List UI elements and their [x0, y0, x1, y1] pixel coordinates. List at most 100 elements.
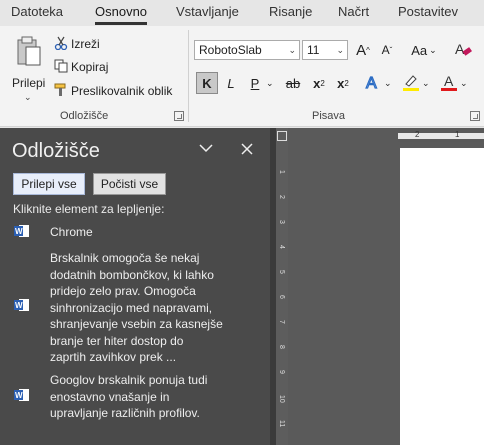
font-color-button[interactable]: A [438, 72, 460, 94]
ruler-label: 11 [278, 420, 285, 428]
clipboard-pane: Odložišče Prilepi vse Počisti vse Klikni… [0, 128, 270, 445]
clipboard-item-line: zaprtih zavihkov prek ... [50, 350, 177, 364]
cut-label: Izreži [71, 37, 100, 51]
strikethrough-button[interactable]: ab [282, 72, 304, 94]
paste-all-button[interactable]: Prilepi vse [13, 173, 85, 195]
chevron-down-icon[interactable]: ⌄ [460, 78, 468, 89]
tab-vstavljanje[interactable]: Vstavljanje [176, 4, 239, 19]
ribbon: Prilepi ⌄ Izreži Kopiraj Preslikovalnik … [0, 26, 484, 127]
close-icon[interactable] [240, 142, 254, 159]
text-effects-button[interactable]: A [362, 72, 384, 94]
svg-text:W: W [15, 227, 23, 236]
grow-font-button[interactable]: A ^ [352, 39, 374, 61]
tab-datoteka[interactable]: Datoteka [11, 4, 63, 19]
tab-risanje[interactable]: Risanje [269, 4, 312, 19]
ruler-label: 8 [278, 345, 285, 349]
clipboard-item-line: Chrome [50, 225, 93, 239]
clear-formatting-button[interactable]: A [452, 39, 474, 61]
tab-postavitev[interactable]: Postavitev [398, 4, 458, 19]
clear-all-label: Počisti vse [100, 177, 159, 191]
clipboard-item-line: upravljanje različnih profilov. [50, 406, 200, 420]
format-painter-label: Preslikovalnik oblik [71, 84, 173, 98]
clipboard-item-line: Brskalnik omogoča še nekaj [50, 251, 200, 265]
document-page[interactable] [400, 148, 484, 445]
font-group-label: Pisava [312, 110, 346, 122]
copy-icon [54, 59, 71, 76]
subscript-button[interactable]: x2 [308, 72, 330, 94]
italic-label: L [227, 75, 235, 91]
paste-all-label: Prilepi vse [21, 177, 77, 191]
highlight-color-button[interactable] [400, 72, 422, 94]
font-size-dropdown[interactable]: 11 ⌄ [302, 40, 348, 60]
change-case-label: Aa [411, 42, 428, 58]
font-name-dropdown[interactable]: RobotoSlab ⌄ [194, 40, 300, 60]
underline-label: P [250, 75, 260, 91]
active-tab-indicator [95, 22, 148, 25]
clear-formatting-icon: A [454, 40, 472, 61]
paintbrush-icon [54, 83, 71, 100]
grow-font-icon: A [356, 41, 367, 59]
ruler-label: 2 [278, 195, 285, 199]
font-size-value: 11 [307, 43, 320, 57]
chevron-down-icon[interactable]: ⌄ [384, 78, 392, 89]
font-color-icon: A [440, 73, 458, 94]
clipboard-item-line: Googlov brskalnik ponuja tudi [50, 373, 208, 387]
clipboard-item-line: sinhronizacijo med napravami, [50, 300, 213, 315]
shrink-font-button[interactable]: Aˇ [376, 39, 398, 61]
clipboard-icon [16, 36, 42, 69]
vertical-ruler: 123456789101112 [276, 128, 288, 445]
superscript-label: x [337, 75, 345, 91]
bold-button[interactable]: K [196, 72, 218, 94]
chevron-down-icon: ⌄ [288, 45, 296, 55]
paste-button[interactable]: Prilepi ⌄ [8, 34, 48, 106]
italic-button[interactable]: L [220, 72, 242, 94]
clipboard-item-line: shranjevanje vsebin za kasnejše [50, 317, 223, 331]
clipboard-group-label: Odložišče [60, 110, 109, 122]
ruler-label: 4 [278, 245, 285, 249]
chevron-down-icon[interactable]: ⌄ [422, 78, 430, 89]
ruler-label: 6 [278, 295, 285, 299]
clear-all-button[interactable]: Počisti vse [93, 173, 166, 195]
svg-text:A: A [444, 73, 454, 89]
group-separator [188, 30, 189, 122]
font-dialog-launcher-icon[interactable] [470, 111, 480, 121]
strikethrough-label: ab [285, 75, 301, 91]
format-painter-button[interactable]: Preslikovalnik oblik [54, 81, 172, 101]
ruler-label: 7 [278, 320, 285, 324]
chevron-down-icon: ⌄ [336, 45, 344, 55]
text-effects-icon: A [364, 73, 382, 94]
ribbon-tabs: Datoteka Osnovno Vstavljanje Risanje Nač… [0, 0, 484, 26]
svg-text:A: A [455, 41, 465, 57]
horizontal-ruler-track: 2 1 [398, 130, 484, 139]
svg-text:A: A [366, 75, 377, 91]
clipboard-item-line: branje ter hiter dostop do [50, 333, 184, 348]
clipboard-item-line: enostavno vnašanje in [50, 389, 170, 404]
change-case-button[interactable]: Aa ⌄ [408, 39, 440, 61]
chevron-down-icon[interactable] [198, 142, 214, 157]
subscript-label: x [313, 75, 321, 91]
tab-selector-icon[interactable] [277, 131, 287, 141]
chevron-down-icon: ⌄ [24, 92, 32, 102]
copy-button[interactable]: Kopiraj [54, 57, 108, 77]
tab-osnovno[interactable]: Osnovno [95, 4, 148, 25]
clipboard-item-line: dodatnih bombončkov, ki lahko [50, 267, 214, 282]
clipboard-dialog-launcher-icon[interactable] [174, 111, 184, 121]
ruler-label: 9 [278, 370, 285, 374]
tab-nacrt[interactable]: Načrt [338, 4, 369, 19]
underline-button[interactable]: P [244, 72, 266, 94]
highlighter-icon [402, 73, 420, 94]
pane-hint: Kliknite element za lepljenje: [13, 202, 165, 216]
ruler-label: 2 [415, 130, 420, 139]
ruler-label: 1 [455, 130, 460, 139]
scissors-icon [54, 36, 71, 53]
ruler-label: 1 [278, 170, 285, 174]
superscript-button[interactable]: x2 [332, 72, 354, 94]
svg-text:W: W [15, 301, 23, 310]
word-doc-icon: W [14, 298, 30, 315]
word-doc-icon: W [14, 388, 30, 405]
chevron-down-icon[interactable]: ⌄ [266, 78, 274, 89]
paste-label: Prilepi [12, 76, 46, 90]
cut-button[interactable]: Izreži [54, 34, 100, 54]
ruler-label: 5 [278, 270, 285, 274]
copy-label: Kopiraj [71, 60, 109, 74]
